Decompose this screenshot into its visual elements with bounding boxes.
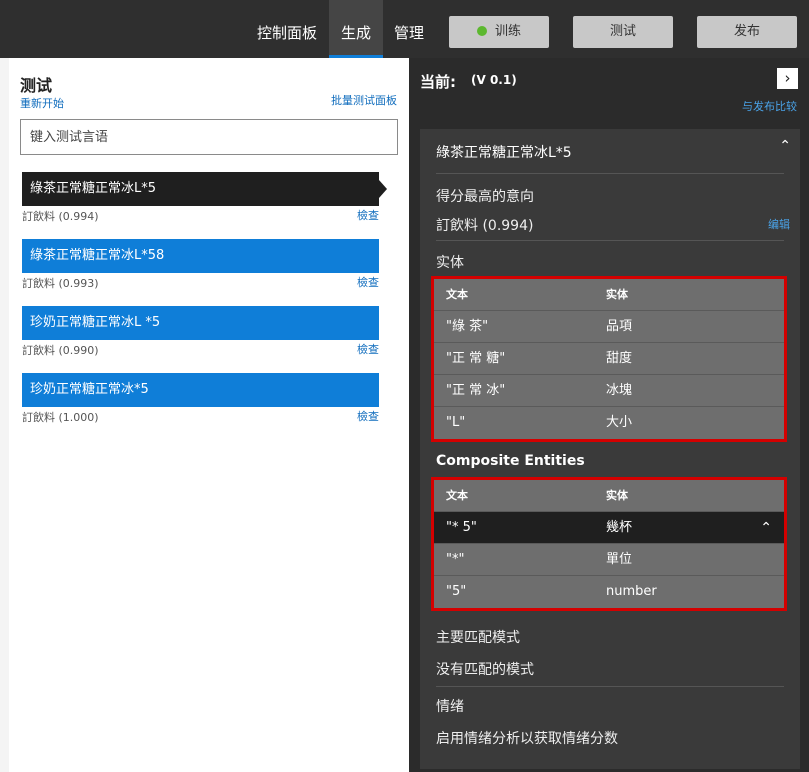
table-row[interactable]: "5" number bbox=[434, 576, 784, 608]
nav-dashboard[interactable]: 控制面板 bbox=[250, 0, 324, 58]
utterance-item[interactable]: 綠茶正常糖正常冰L*58 訂飲料 (0.993) 檢查 bbox=[22, 239, 379, 290]
table-row[interactable]: "綠 茶" 品項 bbox=[434, 311, 784, 343]
entity-text: "*" bbox=[446, 552, 465, 567]
train-button-label: 训练 bbox=[494, 24, 521, 39]
utterance-intent: 訂飲料 (0.994) bbox=[22, 210, 99, 223]
entity-name: 幾杯 bbox=[606, 520, 633, 535]
entity-text: "綠 茶" bbox=[446, 319, 489, 334]
edit-intent-link[interactable]: 编辑 bbox=[768, 216, 790, 232]
chevron-up-icon[interactable]: ⌃ bbox=[760, 512, 772, 544]
test-panel-title: 测试 bbox=[20, 76, 53, 95]
nav-build[interactable]: 生成 bbox=[329, 0, 383, 58]
inspect-link[interactable]: 檢查 bbox=[357, 408, 379, 424]
chevron-up-icon[interactable]: ⌃ bbox=[779, 138, 791, 154]
utterance-text[interactable]: 綠茶正常糖正常冰L*5 bbox=[22, 172, 387, 206]
entity-name: 品項 bbox=[606, 319, 633, 334]
restart-link[interactable]: 重新开始 bbox=[20, 95, 64, 111]
train-button[interactable]: 训练 bbox=[449, 16, 549, 48]
entities-table: 文本 实体 "綠 茶" 品項 "正 常 糖" 甜度 "正 常 冰" 冰塊 "L"… bbox=[431, 276, 787, 442]
inspect-card: 綠茶正常糖正常冰L*5 ⌃ 得分最高的意向 訂飲料 (0.994) 编辑 实体 … bbox=[420, 129, 800, 769]
inspected-utterance: 綠茶正常糖正常冰L*5 bbox=[436, 145, 572, 161]
table-row[interactable]: "正 常 糖" 甜度 bbox=[434, 343, 784, 375]
header-text: 文本 bbox=[446, 489, 468, 502]
status-dot-icon bbox=[476, 26, 487, 36]
background-strip bbox=[0, 58, 9, 772]
utterance-text[interactable]: 綠茶正常糖正常冰L*58 bbox=[22, 239, 379, 273]
entity-name: 甜度 bbox=[606, 351, 633, 366]
publish-button[interactable]: 发布 bbox=[697, 16, 797, 48]
inspect-link[interactable]: 檢查 bbox=[357, 207, 379, 223]
inspect-panel: 当前: (V 0.1) › 与发布比较 綠茶正常糖正常冰L*5 ⌃ 得分最高的意… bbox=[409, 58, 809, 772]
utterance-item[interactable]: 珍奶正常糖正常冰*5 訂飲料 (1.000) 檢查 bbox=[22, 373, 379, 424]
version-label: (V 0.1) bbox=[471, 73, 517, 87]
entity-text: "正 常 糖" bbox=[446, 351, 506, 366]
entity-name: 單位 bbox=[606, 552, 633, 567]
table-row[interactable]: "L" 大小 bbox=[434, 407, 784, 439]
top-nav-bar: 控制面板 生成 管理 训练 测试 发布 bbox=[0, 0, 809, 58]
table-header: 文本 实体 bbox=[434, 480, 784, 512]
top-intent-label: 得分最高的意向 bbox=[436, 189, 534, 205]
table-row[interactable]: "*" 單位 bbox=[434, 544, 784, 576]
chevron-right-icon[interactable]: › bbox=[777, 68, 798, 89]
table-row[interactable]: "正 常 冰" 冰塊 bbox=[434, 375, 784, 407]
utterance-text[interactable]: 珍奶正常糖正常冰*5 bbox=[22, 373, 379, 407]
header-entity: 实体 bbox=[606, 489, 628, 502]
utterance-intent: 訂飲料 (1.000) bbox=[22, 411, 99, 424]
batch-test-link[interactable]: 批量测试面板 bbox=[331, 92, 397, 108]
entity-name: number bbox=[606, 584, 657, 599]
sentiment-label: 情绪 bbox=[436, 699, 464, 715]
divider bbox=[436, 173, 784, 174]
test-button[interactable]: 测试 bbox=[573, 16, 673, 48]
compare-with-published-link[interactable]: 与发布比较 bbox=[742, 98, 797, 114]
entity-name: 冰塊 bbox=[606, 383, 633, 398]
composite-entities-table: 文本 实体 "* 5" 幾杯 ⌃ "*" 單位 "5" number bbox=[431, 477, 787, 611]
utterance-item[interactable]: 珍奶正常糖正常冰L *5 訂飲料 (0.990) 檢查 bbox=[22, 306, 379, 357]
test-utterance-input[interactable] bbox=[20, 119, 398, 155]
utterance-intent: 訂飲料 (0.990) bbox=[22, 344, 99, 357]
sentiment-value: 启用情绪分析以获取情绪分数 bbox=[436, 731, 618, 747]
pattern-value: 没有匹配的模式 bbox=[436, 662, 534, 678]
header-entity: 实体 bbox=[606, 288, 628, 301]
divider bbox=[436, 240, 784, 241]
inspect-link[interactable]: 檢查 bbox=[357, 341, 379, 357]
composite-parent-row[interactable]: "* 5" 幾杯 ⌃ bbox=[434, 512, 784, 544]
composite-entities-label: Composite Entities bbox=[436, 453, 585, 469]
utterance-text[interactable]: 珍奶正常糖正常冰L *5 bbox=[22, 306, 379, 340]
divider bbox=[436, 686, 784, 687]
entities-label: 实体 bbox=[436, 255, 464, 271]
current-label: 当前: bbox=[420, 73, 456, 91]
table-header: 文本 实体 bbox=[434, 279, 784, 311]
top-intent-value: 訂飲料 (0.994) bbox=[436, 218, 534, 234]
nav-manage[interactable]: 管理 bbox=[386, 0, 432, 58]
entity-text: "正 常 冰" bbox=[446, 383, 506, 398]
utterance-intent: 訂飲料 (0.993) bbox=[22, 277, 99, 290]
entity-text: "5" bbox=[446, 584, 467, 599]
header-text: 文本 bbox=[446, 288, 468, 301]
utterance-item[interactable]: 綠茶正常糖正常冰L*5 訂飲料 (0.994) 檢查 bbox=[22, 172, 387, 223]
entity-text: "L" bbox=[446, 415, 466, 430]
entity-name: 大小 bbox=[606, 415, 633, 430]
entity-text: "* 5" bbox=[446, 520, 477, 535]
pattern-label: 主要匹配模式 bbox=[436, 630, 520, 646]
inspect-link[interactable]: 檢查 bbox=[357, 274, 379, 290]
test-panel: 测试 重新开始 批量测试面板 綠茶正常糖正常冰L*5 訂飲料 (0.994) 檢… bbox=[9, 58, 409, 772]
